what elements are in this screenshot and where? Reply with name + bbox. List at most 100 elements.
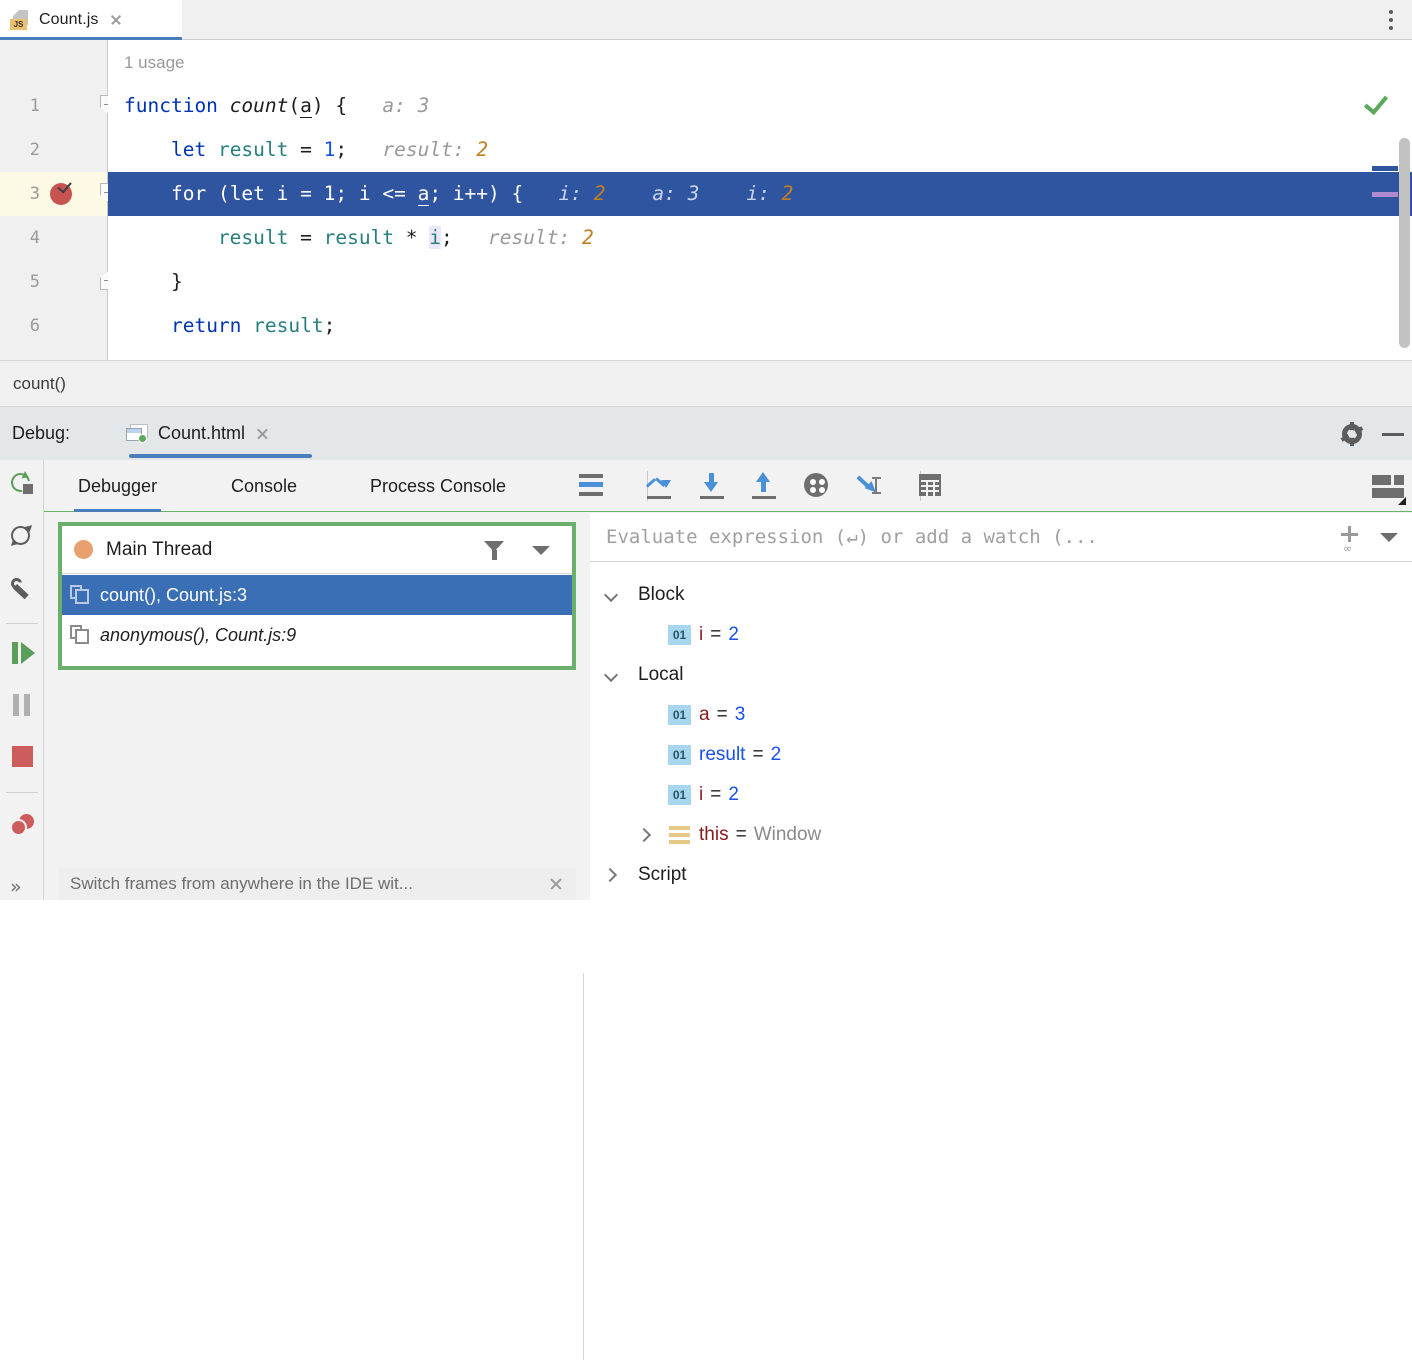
variables-panel[interactable]: Evaluate expression (↵) or add a watch (… (590, 513, 1412, 900)
usage-hint[interactable]: 1 usage (108, 40, 1412, 84)
frames-hint-tooltip: Switch frames from anywhere in the IDE w… (58, 868, 576, 900)
var-group-local[interactable]: Local (590, 655, 1412, 695)
var-row-a[interactable]: 01 a = 3 (590, 695, 1412, 735)
var-row-result[interactable]: 01 result = 2 (590, 735, 1412, 775)
gutter-line-4[interactable]: 4 (0, 216, 108, 260)
more-rail-button[interactable]: » (0, 860, 44, 910)
chevron-down-icon[interactable] (532, 546, 550, 555)
var-equals: = (710, 784, 722, 805)
view-breakpoints-button[interactable] (0, 800, 44, 850)
rail-divider (6, 623, 38, 624)
run-to-cursor-button[interactable] (855, 473, 883, 499)
evaluate-expression-bar[interactable]: Evaluate expression (↵) or add a watch (… (590, 513, 1412, 562)
restart-button[interactable] (0, 512, 44, 562)
restart-icon (9, 525, 34, 547)
breadcrumb[interactable]: count() (0, 360, 1412, 407)
evaluate-expression-button[interactable] (916, 473, 944, 499)
funnel-icon[interactable] (484, 541, 504, 561)
inline-value-name: i: (746, 182, 770, 205)
chevron-right-icon[interactable] (602, 866, 620, 884)
panel-splitter[interactable] (583, 973, 584, 1360)
close-icon[interactable] (548, 876, 564, 892)
debug-session-tab[interactable]: Count.html (104, 407, 337, 460)
show-execution-point-button[interactable] (577, 473, 605, 499)
evaluate-expression-placeholder[interactable]: Evaluate expression (↵) or add a watch (… (606, 513, 1098, 562)
inline-value-name: a: (382, 94, 406, 117)
var-value: 2 (770, 744, 782, 765)
inline-value: 2 (581, 226, 594, 249)
rerun-button[interactable] (0, 460, 44, 510)
scrollbar-marker-usage[interactable] (1372, 192, 1398, 197)
frame-label: anonymous(), Count.js:9 (100, 624, 297, 645)
rail-divider (6, 792, 38, 793)
code-line-6[interactable]: return result; (108, 304, 1412, 348)
stop-button[interactable] (0, 732, 44, 782)
frame-row-anonymous[interactable]: anonymous(), Count.js:9 (62, 615, 572, 655)
primitive-value-badge: 01 (668, 625, 691, 645)
code-area[interactable]: 1 usage function count(a) { a: 3 let res… (108, 40, 1412, 360)
pause-program-button[interactable] (0, 680, 44, 730)
editor-tab-count-js[interactable]: JS Count.js (0, 0, 182, 40)
tab-debugger[interactable]: Debugger (74, 460, 162, 512)
debug-session-name: Count.html (158, 423, 246, 443)
layout-settings-button[interactable] (1372, 475, 1406, 505)
var-group-script[interactable]: Script (590, 855, 1412, 895)
editor-tab-label: Count.js (39, 11, 99, 28)
js-file-icon: JS (10, 10, 30, 30)
gutter-line-3[interactable]: 3 (0, 172, 108, 216)
inspection-ok-checkmark-icon[interactable] (1364, 94, 1390, 114)
gutter-line-2[interactable]: 2 (0, 128, 108, 172)
code-line-3[interactable]: for (let i = 1; i <= a; i++) { i: 2 a: 3… (108, 172, 1412, 216)
frame-row-count[interactable]: count(), Count.js:3 (62, 575, 572, 615)
pause-icon (13, 694, 31, 716)
var-row-this[interactable]: this = Window (590, 815, 1412, 855)
step-over-button[interactable] (645, 473, 673, 499)
code-line-2[interactable]: let result = 1; result: 2 (108, 128, 1412, 172)
frames-panel[interactable]: Main Thread count(), Count.js:3 anonymou… (58, 522, 576, 670)
js-badge-label: JS (10, 19, 27, 30)
stop-icon (12, 746, 33, 767)
gutter-line-6[interactable]: 6 (0, 304, 108, 348)
chevron-down-icon[interactable] (602, 666, 620, 684)
code-line-1[interactable]: function count(a) { a: 3 (108, 84, 1412, 128)
debug-actions-rail: » (0, 460, 44, 900)
minimize-icon[interactable] (1382, 433, 1404, 436)
gutter-line-1[interactable]: 1 (0, 84, 108, 128)
close-icon[interactable] (108, 12, 124, 28)
line-number: 4 (29, 228, 40, 248)
code-line-4[interactable]: result = result * i; result: 2 (108, 216, 1412, 260)
editor-vertical-scrollbar[interactable] (1399, 138, 1410, 348)
var-row-i-local[interactable]: 01 i = 2 (590, 775, 1412, 815)
step-into-button[interactable] (698, 473, 726, 499)
breakpoint-verified-icon[interactable] (50, 178, 74, 206)
step-out-button[interactable] (750, 472, 778, 499)
chevron-right-icon[interactable] (636, 826, 654, 844)
editor-gutter[interactable]: 1 2 3 4 5 6 (0, 40, 108, 360)
thread-selector[interactable]: Main Thread (62, 526, 572, 574)
editor-tab-bar: JS Count.js (0, 0, 1412, 40)
scrollbar-marker-execution[interactable] (1372, 166, 1398, 171)
more-options-icon[interactable] (1378, 6, 1404, 34)
close-icon[interactable] (255, 426, 270, 441)
var-row-i-block[interactable]: 01 i = 2 (590, 615, 1412, 655)
force-step-into-button[interactable] (801, 473, 829, 499)
debug-tabs-row: Debugger Console Process Console (44, 460, 1412, 512)
tab-process-console[interactable]: Process Console (366, 460, 510, 512)
chevron-down-icon[interactable] (1380, 533, 1398, 542)
edit-configuration-button[interactable] (0, 564, 44, 614)
var-equals: = (710, 624, 722, 645)
line-number: 1 (29, 96, 40, 116)
chevron-double-right-icon: » (10, 876, 22, 898)
code-editor[interactable]: 1 2 3 4 5 6 1 usage function count(a) { … (0, 40, 1412, 360)
tooltip-text: Switch frames from anywhere in the IDE w… (70, 874, 413, 893)
chevron-down-icon[interactable] (602, 586, 620, 604)
wrench-icon (11, 578, 33, 600)
var-group-block[interactable]: Block (590, 575, 1412, 615)
gutter-line-5[interactable]: 5 (0, 260, 108, 304)
resume-program-button[interactable] (0, 628, 44, 678)
code-line-5[interactable]: } (108, 260, 1412, 304)
tab-console[interactable]: Console (227, 460, 301, 512)
var-group-label: Block (638, 584, 685, 605)
add-watch-icon[interactable]: ∞ (1338, 526, 1362, 555)
gear-icon[interactable] (1340, 422, 1364, 446)
